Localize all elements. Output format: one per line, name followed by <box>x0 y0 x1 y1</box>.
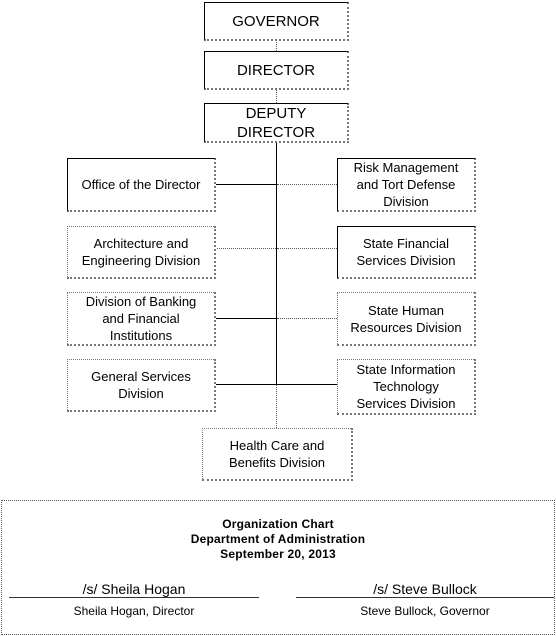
box-label: State Financial Services Division <box>356 236 456 268</box>
box-governor: GOVERNOR <box>204 2 349 41</box>
name-title-governor: Steve Bullock, Governor <box>360 604 490 618</box>
box-office-of-the-director: Office of the Director <box>67 158 216 212</box>
connector-human-resources <box>277 318 337 319</box>
signature-director: /s/ Sheila Hogan <box>82 581 186 597</box>
box-label: Division of Banking and Financial Instit… <box>85 294 197 343</box>
footer-title: Organization Chart <box>222 517 334 531</box>
box-general-services: General Services Division <box>67 359 216 412</box>
box-risk-management: Risk Management and Tort Defense Divisio… <box>337 158 476 212</box>
box-architecture-engineering: Architecture and Engineering Division <box>67 226 216 279</box>
connector-architecture <box>215 248 276 249</box>
name-title-director: Sheila Hogan, Director <box>73 604 195 618</box>
box-health-care-benefits: Health Care and Benefits Division <box>202 428 353 481</box>
box-label: Architecture and Engineering Division <box>81 236 201 268</box>
box-label: State Human Resources Division <box>350 302 462 335</box>
box-banking-financial: Division of Banking and Financial Instit… <box>67 292 216 346</box>
box-label: DEPUTY DIRECTOR <box>236 104 316 141</box>
connector-information-technology <box>277 384 337 385</box>
box-label: Risk Management and Tort Defense Divisio… <box>353 160 459 209</box>
footer-title-block: Organization Chart Department of Adminis… <box>2 517 554 562</box>
signature-line-governor <box>296 597 554 598</box>
box-state-human-resources: State Human Resources Division <box>337 292 476 346</box>
signature-line-director <box>9 597 259 598</box>
box-label: DIRECTOR <box>236 61 316 79</box>
connector-risk-management <box>277 184 337 185</box>
footer-date: September 20, 2013 <box>220 547 336 561</box>
connector-banking <box>215 318 276 319</box>
box-state-financial: State Financial Services Division <box>337 226 476 279</box>
box-director: DIRECTOR <box>204 51 349 90</box>
connector-general-services <box>215 384 276 385</box>
box-state-information-technology: State Information Technology Services Di… <box>337 359 476 415</box>
connector-trunk-health-care <box>276 385 277 428</box>
box-label: General Services Division <box>91 369 191 401</box>
box-label: GOVERNOR <box>232 12 320 30</box>
box-label: State Information Technology Services Di… <box>356 362 456 411</box>
footer-department: Department of Administration <box>190 532 366 546</box>
box-label: Office of the Director <box>81 177 201 192</box>
connector-office-director <box>215 184 276 185</box>
connector-governor-director <box>276 40 277 51</box>
signature-governor: /s/ Steve Bullock <box>373 581 477 597</box>
box-label: Health Care and Benefits Division <box>228 438 326 470</box>
connector-main-trunk <box>276 142 277 385</box>
box-deputy-director: DEPUTY DIRECTOR <box>204 103 349 143</box>
connector-state-financial <box>277 248 337 249</box>
footer-panel: Organization Chart Department of Adminis… <box>1 500 555 635</box>
connector-director-deputy <box>276 89 277 103</box>
